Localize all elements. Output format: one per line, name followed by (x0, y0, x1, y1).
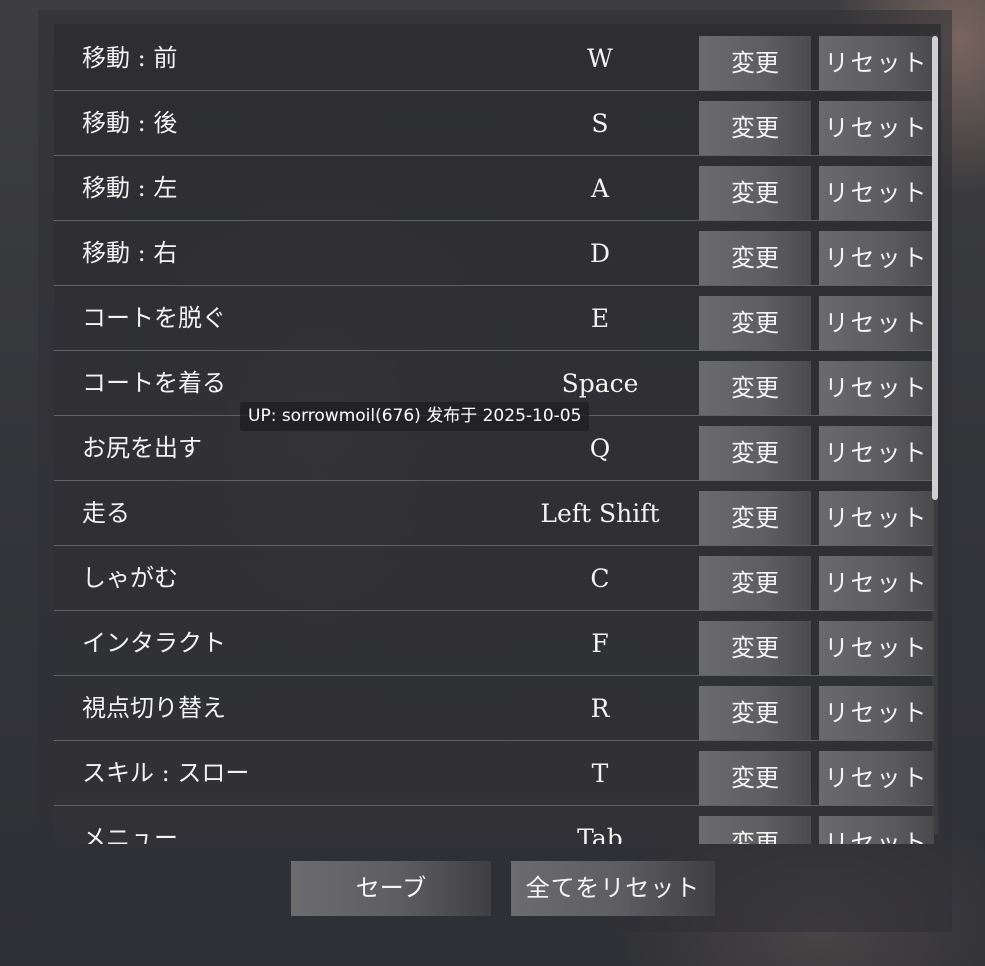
keybinding-row: インタラクト F 変更 リセット (54, 611, 934, 676)
key-label: D (589, 239, 611, 268)
reset-button[interactable]: リセット (819, 296, 934, 350)
key-label: F (591, 629, 609, 658)
keybinding-row: 移動 : 後 S 変更 リセット (54, 91, 934, 156)
action-label: 視点切り替え (82, 694, 226, 722)
change-button[interactable]: 変更 (699, 556, 811, 610)
watermark-overlay: UP: sorrowmoil(676) 发布于 2025-10-05 (240, 402, 590, 431)
key-label: T (591, 759, 609, 788)
key-label: E (590, 304, 610, 333)
action-label: 移動 : 左 (82, 174, 178, 202)
change-button[interactable]: 変更 (699, 621, 811, 675)
change-button[interactable]: 変更 (699, 361, 811, 415)
keybinding-row: コートを脱ぐ E 変更 リセット (54, 286, 934, 351)
key-label: C (590, 564, 610, 593)
save-button[interactable]: セーブ (291, 861, 491, 916)
action-label: メニュー (82, 824, 178, 844)
keybinding-row: 移動 : 前 W 変更 リセット (54, 26, 934, 91)
keybinding-row: 移動 : 右 D 変更 リセット (54, 221, 934, 286)
action-label: インタラクト (82, 629, 226, 657)
action-label: コートを脱ぐ (82, 304, 226, 332)
action-label: 移動 : 右 (82, 239, 178, 267)
keybinding-list[interactable]: 移動 : 前 W 変更 リセット 移動 : 後 S 変更 リセット 移動 : 左 A 変更 リセット移… (54, 24, 941, 844)
change-button[interactable]: 変更 (699, 296, 811, 350)
change-button[interactable]: 変更 (699, 231, 811, 285)
action-label: 移動 : 前 (82, 44, 178, 72)
reset-button[interactable]: リセット (819, 556, 934, 610)
key-label: A (590, 174, 610, 203)
key-label: S (591, 109, 609, 138)
keybinding-row: メニュー Tab 変更 リセット (54, 806, 934, 844)
change-button[interactable]: 変更 (699, 101, 811, 155)
action-label: スキル : スロー (82, 759, 250, 787)
reset-button[interactable]: リセット (819, 426, 934, 480)
action-label: しゃがむ (82, 564, 178, 592)
key-label: R (590, 694, 610, 723)
action-label: お尻を出す (82, 434, 202, 462)
key-label: Left Shift (540, 499, 660, 528)
reset-button[interactable]: リセット (819, 231, 934, 285)
key-label: W (587, 44, 613, 73)
key-label: Tab (577, 824, 623, 844)
reset-button[interactable]: リセット (819, 36, 934, 90)
keybinding-row: しゃがむ C 変更 リセット (54, 546, 934, 611)
action-label: コートを着る (82, 369, 226, 397)
reset-button[interactable]: リセット (819, 491, 934, 545)
keybinding-row: 視点切り替え R 変更 リセット (54, 676, 934, 741)
action-label: 移動 : 後 (82, 109, 178, 137)
change-button[interactable]: 変更 (699, 426, 811, 480)
reset-button[interactable]: リセット (819, 101, 934, 155)
change-button[interactable]: 変更 (699, 686, 811, 740)
keybinding-row: 走る Left Shift 変更 リセット (54, 481, 934, 546)
change-button[interactable]: 変更 (699, 36, 811, 90)
reset-button[interactable]: リセット (819, 686, 934, 740)
change-button[interactable]: 変更 (699, 816, 811, 844)
reset-button[interactable]: リセット (819, 166, 934, 220)
reset-button[interactable]: リセット (819, 621, 934, 675)
action-label: 走る (82, 499, 130, 527)
scrollbar-thumb[interactable] (932, 36, 938, 500)
change-button[interactable]: 変更 (699, 491, 811, 545)
reset-all-button[interactable]: 全てをリセット (511, 861, 715, 916)
keybinding-row: 移動 : 左 A 変更 リセット (54, 156, 934, 221)
reset-button[interactable]: リセット (819, 816, 934, 844)
change-button[interactable]: 変更 (699, 166, 811, 220)
change-button[interactable]: 変更 (699, 751, 811, 805)
reset-button[interactable]: リセット (819, 361, 934, 415)
reset-button[interactable]: リセット (819, 751, 934, 805)
keybinding-row: スキル : スロー T 変更 リセット (54, 741, 934, 806)
